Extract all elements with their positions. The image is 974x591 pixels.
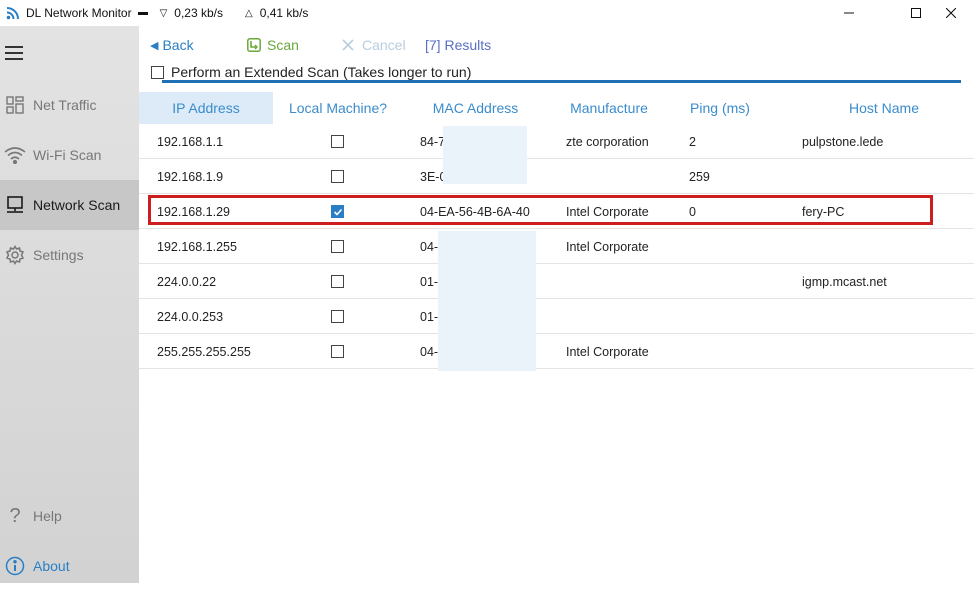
sidebar-item-settings[interactable]: Settings [0, 230, 139, 280]
upload-arrow-icon: △ [245, 7, 253, 19]
gear-icon [0, 245, 33, 265]
cell-local [331, 299, 344, 334]
results-label: [7] Results [425, 37, 492, 53]
extended-scan-option[interactable]: Perform an Extended Scan (Takes longer t… [151, 64, 471, 80]
cell-ip: 224.0.0.253 [157, 309, 224, 324]
back-arrow-icon: ◀ [150, 39, 159, 52]
column-header-ping[interactable]: Ping (ms) [670, 92, 770, 124]
sidebar-item-wifi-scan[interactable]: Wi-Fi Scan [0, 130, 139, 180]
column-header-local[interactable]: Local Machine? [273, 92, 403, 124]
cell-local [331, 334, 344, 369]
app-title: DL Network Monitor [26, 6, 132, 20]
results-table-header: IP Address Local Machine? MAC Address Ma… [139, 92, 974, 124]
local-machine-checkbox[interactable] [331, 345, 344, 358]
table-row[interactable]: 192.168.1.255 04- Intel Corporate [139, 229, 974, 264]
sidebar-item-network-scan[interactable]: Network Scan [0, 180, 139, 230]
about-label: About [33, 558, 70, 574]
local-machine-checkbox[interactable] [331, 310, 344, 323]
upload-rate: △ 0,41 kb/s [245, 6, 308, 20]
local-machine-checkbox[interactable] [331, 135, 344, 148]
table-row[interactable]: 192.168.1.1 84-7 zte corporation 2 pulps… [139, 124, 974, 159]
extended-scan-checkbox[interactable] [151, 65, 164, 79]
cell-manufacture: Intel Corporate [566, 344, 649, 359]
upload-rate-value: 0,41 kb/s [259, 6, 309, 20]
toolbar: ◀ Back Scan Cancel [7] Results [139, 26, 974, 62]
local-machine-checkbox[interactable] [331, 275, 344, 288]
cell-host: igmp.mcast.net [802, 274, 887, 289]
extended-scan-label: Perform an Extended Scan (Takes longer t… [171, 64, 472, 80]
column-header-manufacture[interactable]: Manufacture [548, 92, 670, 124]
wifi-signal-icon [6, 7, 19, 20]
sidebar-item-about[interactable]: About [0, 541, 139, 591]
minimize-icon [844, 12, 854, 14]
table-row[interactable]: 224.0.0.22 01- igmp.mcast.net [139, 264, 974, 299]
sidebar-item-net-traffic[interactable]: Net Traffic [0, 80, 139, 130]
cell-manufacture: Intel Corporate [566, 239, 649, 254]
local-machine-checkbox[interactable] [331, 240, 344, 253]
cancel-button[interactable]: Cancel [342, 37, 406, 53]
cancel-x-icon [342, 39, 354, 51]
download-rate: ▽ 0,23 kb/s [160, 6, 223, 20]
wifi-icon [0, 146, 33, 164]
hamburger-menu-button[interactable] [0, 26, 139, 80]
column-header-mac[interactable]: MAC Address [403, 92, 548, 124]
close-icon [946, 8, 956, 18]
cell-ip: 192.168.1.1 [157, 134, 224, 149]
minimize-button[interactable] [826, 0, 872, 26]
download-arrow-icon: ▽ [159, 7, 168, 19]
cell-ip: 192.168.1.9 [157, 169, 224, 184]
cell-local [331, 159, 344, 194]
monitor-icon [0, 195, 33, 215]
separator-dash [137, 11, 148, 15]
cell-local [331, 124, 344, 159]
scan-label: Scan [267, 37, 299, 53]
maximize-icon [911, 8, 921, 18]
sidebar-item-label: Network Scan [33, 197, 121, 213]
sidebar-item-label: Net Traffic [33, 97, 97, 113]
redaction-overlay [443, 126, 527, 184]
back-button[interactable]: ◀ Back [150, 37, 194, 53]
column-header-ip[interactable]: IP Address [139, 92, 273, 124]
scan-button[interactable]: Scan [247, 37, 299, 53]
cell-local [331, 264, 344, 299]
sidebar-item-label: Settings [33, 247, 84, 263]
cell-ip: 224.0.0.22 [157, 274, 217, 289]
cell-ping: 259 [689, 169, 710, 184]
hamburger-icon [5, 46, 23, 60]
question-icon: ? [9, 504, 21, 527]
grid-icon [0, 96, 33, 114]
table-row[interactable]: 192.168.1.9 3E-0 259 [139, 159, 974, 194]
results-count: [7] Results [425, 37, 491, 53]
cell-ip: 255.255.255.255 [157, 344, 251, 359]
sidebar: Net Traffic Wi-Fi Scan Network Scan Sett… [0, 26, 139, 583]
download-rate-value: 0,23 kb/s [174, 6, 223, 20]
cancel-label: Cancel [362, 37, 406, 53]
local-machine-checkbox[interactable] [331, 170, 344, 183]
column-header-host[interactable]: Host Name [770, 92, 974, 124]
cell-local [331, 229, 344, 264]
cell-host: pulpstone.lede [802, 134, 884, 149]
scan-progress-bar [162, 80, 961, 83]
highlight-box [148, 195, 933, 225]
back-label: Back [162, 37, 194, 53]
sidebar-item-label: Wi-Fi Scan [33, 147, 102, 163]
info-icon [0, 556, 33, 576]
sidebar-item-help[interactable]: ? Help [0, 491, 139, 541]
title-bar: DL Network Monitor ▽ 0,23 kb/s △ 0,41 kb… [0, 0, 974, 26]
table-row[interactable]: 255.255.255.255 04- Intel Corporate [139, 334, 974, 369]
close-button[interactable] [928, 0, 974, 26]
table-row[interactable]: 224.0.0.253 01- [139, 299, 974, 334]
results-table-body: 192.168.1.1 84-7 zte corporation 2 pulps… [139, 124, 974, 369]
scan-icon [247, 38, 261, 52]
redaction-overlay [438, 231, 536, 371]
help-label: Help [33, 508, 62, 524]
cell-manufacture: zte corporation [566, 134, 649, 149]
cell-ip: 192.168.1.255 [157, 239, 237, 254]
cell-ping: 2 [689, 134, 696, 149]
